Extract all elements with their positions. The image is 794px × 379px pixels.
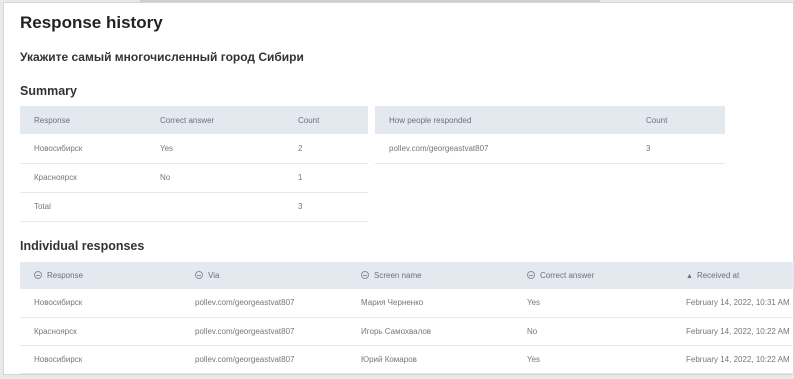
sort-icon: [361, 271, 369, 279]
cell-count: 3: [632, 134, 725, 164]
total-row: Total 3: [20, 192, 368, 222]
cell-total-label: Total: [20, 192, 146, 222]
sort-icon: [34, 271, 42, 279]
page-title: Response history: [20, 13, 163, 32]
cell-correct: No: [146, 163, 284, 193]
poll-question: Укажите самый многочисленный город Сибир…: [20, 50, 304, 64]
summary-header-row: Response Correct answer Count: [20, 106, 368, 134]
individual-responses-heading: Individual responses: [20, 239, 145, 253]
col-via-sortable[interactable]: Via: [181, 262, 347, 289]
cell-empty: [146, 192, 284, 222]
header-label: Via: [208, 271, 220, 280]
response-history-page: Response history Укажите самый многочисл…: [3, 2, 794, 375]
sort-ascending-icon: ▲: [686, 273, 693, 280]
table-row: Красноярск No 1: [20, 163, 368, 193]
cell-response: Новосибирск: [20, 134, 146, 164]
cell-total-count: 3: [284, 192, 368, 222]
col-count: Count: [284, 106, 368, 134]
cell-received-at: February 14, 2022, 10:22 AM: [681, 345, 794, 374]
cell-response: Красноярск: [20, 317, 181, 346]
cell-screen-name: Мария Черненко: [347, 289, 513, 318]
cell-response: Красноярск: [20, 163, 146, 193]
cell-correct: Yes: [146, 134, 284, 164]
header-label: Response: [47, 271, 84, 280]
table-row: pollev.com/georgeastvat807 3: [375, 134, 725, 164]
col-screen-name-sortable[interactable]: Screen name: [347, 262, 513, 289]
sort-icon: [195, 271, 203, 279]
cell-correct: Yes: [513, 289, 681, 318]
cell-screen-name: Игорь Самохвалов: [347, 317, 513, 346]
col-response: Response: [20, 106, 146, 134]
table-row: Новосибирск pollev.com/georgeastvat807 Ю…: [20, 345, 794, 374]
cell-via: pollev.com/georgeastvat807: [181, 289, 347, 318]
cell-received-at: February 14, 2022, 10:31 AM: [681, 289, 794, 318]
cell-screen-name: Юрий Комаров: [347, 345, 513, 374]
header-label: Received at: [696, 271, 740, 280]
cell-via: pollev.com/georgeastvat807: [181, 317, 347, 346]
col-response-sortable[interactable]: Response: [20, 262, 181, 289]
individual-responses-table: Response Via Screen name Correct answer …: [20, 262, 794, 374]
individual-header-row: Response Via Screen name Correct answer …: [20, 262, 794, 289]
cell-response: Новосибирск: [20, 345, 181, 374]
table-row: Новосибирск Yes 2: [20, 134, 368, 164]
col-correct-answer: Correct answer: [146, 106, 284, 134]
cell-received-at: February 14, 2022, 10:22 AM: [681, 317, 794, 346]
cell-via: pollev.com/georgeastvat807: [181, 345, 347, 374]
col-how-responded: How people responded: [375, 106, 632, 134]
summary-table: Response Correct answer Count Новосибирс…: [20, 106, 368, 222]
cell-count: 2: [284, 134, 368, 164]
cell-via: pollev.com/georgeastvat807: [375, 134, 632, 164]
cell-correct: No: [513, 317, 681, 346]
how-header-row: How people responded Count: [375, 106, 725, 134]
table-row: Красноярск pollev.com/georgeastvat807 Иг…: [20, 317, 794, 346]
summary-heading: Summary: [20, 84, 77, 98]
cell-correct: Yes: [513, 345, 681, 374]
col-received-at-sortable[interactable]: ▲ Received at: [681, 262, 794, 289]
cell-count: 1: [284, 163, 368, 193]
col-correct-answer-sortable[interactable]: Correct answer: [513, 262, 681, 289]
header-label: Screen name: [374, 271, 422, 280]
col-count: Count: [632, 106, 725, 134]
sort-icon: [527, 271, 535, 279]
how-responded-table: How people responded Count pollev.com/ge…: [375, 106, 725, 164]
cell-response: Новосибирск: [20, 289, 181, 318]
table-row: Новосибирск pollev.com/georgeastvat807 М…: [20, 289, 794, 318]
header-label: Correct answer: [540, 271, 595, 280]
